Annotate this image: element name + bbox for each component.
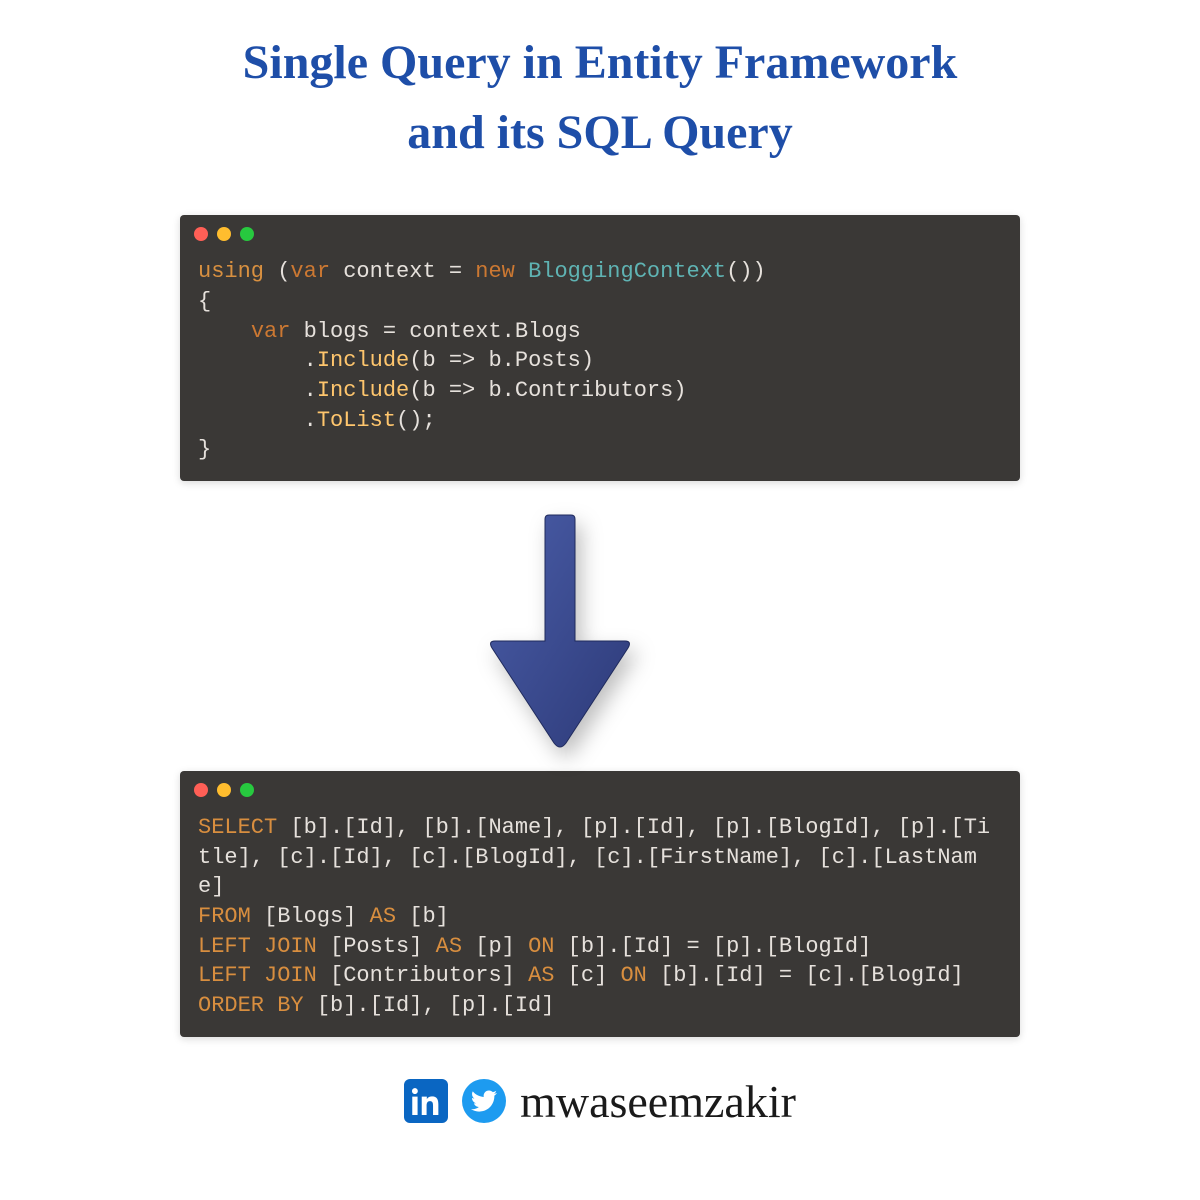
window-minimize-dot-icon: [217, 783, 231, 797]
sql-join-condition: [b].[Id] = [c].[BlogId]: [647, 963, 964, 988]
property-blogs: Blogs: [515, 319, 581, 344]
arrow-container: [0, 511, 1200, 751]
linkedin-icon[interactable]: [404, 1079, 448, 1123]
method-include: Include: [317, 378, 409, 403]
csharp-code-window: using (var context = new BloggingContext…: [180, 215, 1020, 481]
property-contributors: Contributors: [515, 378, 673, 403]
sql-select-columns: [b].[Id], [b].[Name], [p].[Id], [p].[Blo…: [198, 815, 990, 899]
window-maximize-dot-icon: [240, 783, 254, 797]
method-include: Include: [317, 348, 409, 373]
sql-code-window: SELECT [b].[Id], [b].[Name], [p].[Id], […: [180, 771, 1020, 1037]
window-maximize-dot-icon: [240, 227, 254, 241]
keyword-var: var: [251, 319, 291, 344]
window-close-dot-icon: [194, 227, 208, 241]
window-titlebar: [180, 215, 1020, 245]
sql-join-condition: [b].[Id] = [p].[BlogId]: [554, 934, 871, 959]
window-close-dot-icon: [194, 783, 208, 797]
sql-keyword-select: SELECT: [198, 815, 277, 840]
sql-code-block: SELECT [b].[Id], [b].[Name], [p].[Id], […: [180, 801, 1020, 1037]
twitter-icon[interactable]: [462, 1079, 506, 1123]
keyword-using: using: [198, 259, 264, 284]
sql-order-columns: [b].[Id], [p].[Id]: [304, 993, 555, 1018]
window-minimize-dot-icon: [217, 227, 231, 241]
keyword-new: new: [475, 259, 515, 284]
sql-keyword-left: LEFT: [198, 934, 251, 959]
keyword-var: var: [290, 259, 330, 284]
property-posts: Posts: [515, 348, 581, 373]
method-tolist: ToList: [317, 408, 396, 433]
identifier-context: context: [343, 259, 435, 284]
sql-keyword-order: ORDER: [198, 993, 264, 1018]
sql-keyword-by: BY: [277, 993, 303, 1018]
sql-keyword-join: JOIN: [264, 934, 317, 959]
sql-keyword-from: FROM: [198, 904, 251, 929]
title-line-2: and its SQL Query: [407, 106, 792, 159]
page-title: Single Query in Entity Framework and its…: [0, 0, 1200, 167]
csharp-code-block: using (var context = new BloggingContext…: [180, 245, 1020, 481]
down-arrow-icon: [470, 511, 650, 751]
footer: mwaseemzakir: [0, 1075, 1200, 1128]
type-bloggingcontext: BloggingContext: [528, 259, 726, 284]
social-handle: mwaseemzakir: [520, 1075, 796, 1128]
identifier-blogs: blogs: [304, 319, 370, 344]
window-titlebar: [180, 771, 1020, 801]
title-line-1: Single Query in Entity Framework: [243, 36, 958, 89]
